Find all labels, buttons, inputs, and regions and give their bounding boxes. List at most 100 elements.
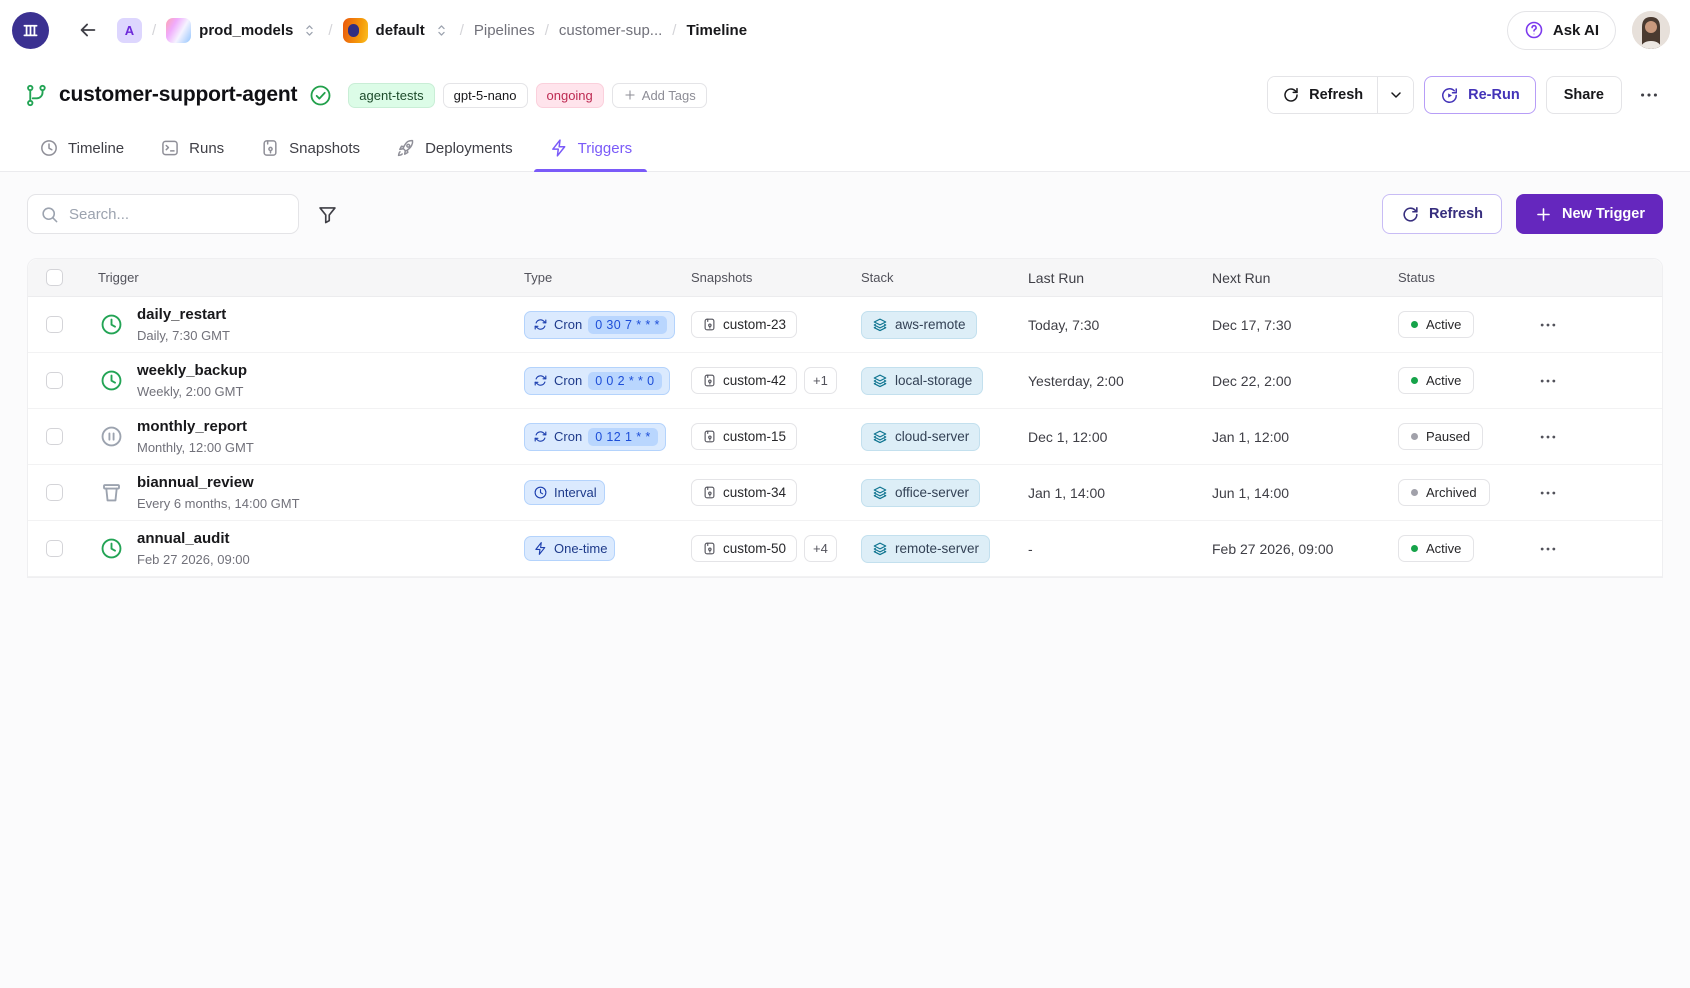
refresh-button[interactable]: Refresh [1268,77,1377,113]
more-options-button[interactable] [1632,84,1666,106]
snapshot-icon [702,317,717,332]
ellipsis-icon [1538,539,1558,559]
stack-pill[interactable]: local-storage [861,367,983,395]
snapshot-extra-count[interactable]: +4 [804,535,837,562]
share-button[interactable]: Share [1546,76,1622,114]
snapshot-pill[interactable]: custom-42 [691,367,797,394]
plus-icon [1534,205,1553,224]
archive-icon [99,480,124,505]
row-actions-button[interactable] [1538,483,1558,503]
snapshot-pill[interactable]: custom-23 [691,311,797,338]
ellipsis-icon [1538,315,1558,335]
stack-pill[interactable]: aws-remote [861,311,977,339]
add-tags-button[interactable]: Add Tags [612,83,707,108]
page-title: customer-support-agent [59,83,297,107]
trigger-name: biannual_review [137,474,300,493]
breadcrumb-item-1[interactable]: default [343,18,450,43]
stack-cell: aws-remote [861,311,1028,339]
snapshot-extra-count[interactable]: +1 [804,367,837,394]
status-dot [1411,489,1418,496]
snapshots-cell: custom-15 [691,423,861,450]
breadcrumb-separator: / [328,22,332,39]
snapshot-pill[interactable]: custom-15 [691,423,797,450]
cron-cycle-icon [533,317,548,332]
row-checkbox[interactable] [46,428,63,445]
tag-ongoing[interactable]: ongoing [536,83,604,108]
zenml-logo[interactable] [12,12,49,49]
stack-pill[interactable]: office-server [861,479,980,507]
ask-ai-button[interactable]: Ask AI [1507,11,1616,50]
next-run-cell: Feb 27 2026, 09:00 [1212,541,1398,557]
snapshot-pill[interactable]: custom-50 [691,535,797,562]
trigger-name: daily_restart [137,306,230,325]
row-actions-button[interactable] [1538,427,1558,447]
breadcrumb-label: customer-sup... [559,22,662,39]
snapshot-icon [702,317,717,332]
rerun-button[interactable]: Re-Run [1424,76,1536,114]
type-pill: Interval [524,480,605,505]
status-cell: Archived [1398,479,1511,506]
type-label: Cron [554,317,582,332]
tab-snapshots[interactable]: Snapshots [245,126,375,171]
tab-deployments[interactable]: Deployments [381,126,528,171]
status-cell: Active [1398,311,1511,338]
trigger-cell[interactable]: daily_restart Daily, 7:30 GMT [98,306,524,343]
layers-icon [872,373,888,389]
trigger-cell[interactable]: biannual_review Every 6 months, 14:00 GM… [98,474,524,511]
tab-triggers[interactable]: Triggers [534,126,647,171]
snapshots-cell: custom-34 [691,479,861,506]
status-dot [1411,321,1418,328]
page-header: customer-support-agent agent-tests gpt-5-… [0,60,1690,172]
refresh-caret-button[interactable] [1377,77,1413,113]
row-checkbox[interactable] [46,372,63,389]
user-avatar[interactable] [1632,11,1670,49]
row-actions-button[interactable] [1538,539,1558,559]
row-checkbox[interactable] [46,484,63,501]
org-badge[interactable]: A [117,18,142,43]
row-checkbox[interactable] [46,540,63,557]
stack-icon [343,18,368,43]
status-label: Archived [1426,485,1477,500]
search-input[interactable] [69,206,286,223]
arrow-left-icon [77,19,99,41]
last-run-cell: Today, 7:30 [1028,317,1212,333]
table-refresh-button[interactable]: Refresh [1382,194,1502,234]
add-tags-label: Add Tags [642,88,696,103]
tab-runs[interactable]: Runs [145,126,239,171]
terminal-tab-icon [160,138,180,158]
stack-pill[interactable]: remote-server [861,535,990,563]
breadcrumb-item-4[interactable]: Timeline [686,22,747,39]
breadcrumb-item-3[interactable]: customer-sup... [559,22,662,39]
row-actions-button[interactable] [1538,315,1558,335]
back-button[interactable] [77,19,99,41]
snapshot-pill[interactable]: custom-34 [691,479,797,506]
layers-icon [872,485,888,501]
next-run-cell: Jun 1, 14:00 [1212,485,1398,501]
breadcrumb-item-0[interactable]: prod_models [166,18,318,43]
table-row: monthly_report Monthly, 12:00 GMT Cron0 … [28,409,1662,465]
refresh-icon [1282,86,1300,104]
snapshots-cell: custom-42 +1 [691,367,861,394]
terminal-icon [160,138,180,158]
row-checkbox[interactable] [46,316,63,333]
selector-toggle[interactable] [301,22,318,39]
new-trigger-button[interactable]: New Trigger [1516,194,1663,234]
selector-toggle[interactable] [433,22,450,39]
tab-label: Deployments [425,140,513,157]
row-actions-button[interactable] [1538,371,1558,391]
select-all-checkbox[interactable] [46,269,63,286]
status-badge: Archived [1398,479,1490,506]
breadcrumb-item-2[interactable]: Pipelines [474,22,535,39]
stack-pill[interactable]: cloud-server [861,423,980,451]
tag-agent-tests[interactable]: agent-tests [348,83,434,108]
trigger-cell[interactable]: weekly_backup Weekly, 2:00 GMT [98,362,524,399]
trigger-cell[interactable]: monthly_report Monthly, 12:00 GMT [98,418,524,455]
status-cell: Active [1398,535,1511,562]
refresh-icon [1401,205,1420,224]
tab-timeline[interactable]: Timeline [24,126,139,171]
snapshots-cell: custom-23 [691,311,861,338]
clock-icon [98,312,124,338]
filter-button[interactable] [317,204,338,225]
tag-gpt-5-nano[interactable]: gpt-5-nano [443,83,528,108]
trigger-cell[interactable]: annual_audit Feb 27 2026, 09:00 [98,530,524,567]
